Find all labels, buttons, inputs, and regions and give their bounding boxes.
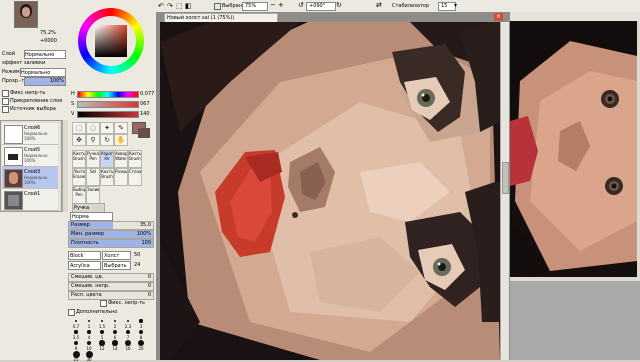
brush-size-dot xyxy=(126,319,130,323)
min-size-label: Мин. размер xyxy=(71,231,104,237)
tool-panel: H 0.077 S 067 V 140 ⬚ ◌ ✦ ✎ ✥ ⚲ ↻ ✋ Кист… xyxy=(68,0,157,362)
invert-selection-icon[interactable]: ◧ xyxy=(185,2,192,10)
brush-size-preset[interactable]: 16 xyxy=(122,339,134,351)
brush-size-dot xyxy=(113,319,117,323)
dilution-label: Смешив. непр. xyxy=(71,283,110,289)
brush-size-preset[interactable]: 1 xyxy=(83,317,95,329)
blending-slider[interactable]: Смешив. цв. 0 xyxy=(68,273,154,282)
zoom-out-icon[interactable]: − xyxy=(270,1,276,10)
zoom-field[interactable]: 75% xyxy=(242,2,268,11)
dilution-slider[interactable]: Смешив. непр. 0 xyxy=(68,282,154,291)
undo-icon[interactable]: ↶ xyxy=(158,2,164,10)
size-label: Размер xyxy=(71,222,90,228)
brush-size-grid: 0.7 1 1.5 2 2.3 3 3.5 4 5 6 7 8 9 10 12 14 16 20 25 30 xyxy=(70,317,152,362)
angle-field[interactable]: +090° xyxy=(306,2,336,11)
brush-texture-select[interactable]: Холст xyxy=(102,251,131,260)
persistence-label: Расп. цвета xyxy=(71,292,102,298)
stabilizer-dropdown-icon[interactable]: ▾ xyxy=(454,1,457,10)
artwork-canvas[interactable] xyxy=(160,22,500,360)
brush-size-dot xyxy=(113,330,117,334)
brush-size-preset[interactable]: 4 xyxy=(83,328,95,340)
toolbar-buttons: ↶ ↷ ⬚ ◧ xyxy=(158,2,204,10)
reference-window xyxy=(510,12,640,360)
brush-size-preset[interactable]: 0.7 xyxy=(70,317,82,329)
brush-size-preset[interactable]: 20 xyxy=(135,339,147,351)
size-slider[interactable]: Размер 35.0 xyxy=(68,221,154,230)
fix-opacity-brush-row: Фикс. непр-ть xyxy=(100,299,152,307)
brush-size-dot xyxy=(87,330,91,334)
brush-size-preset[interactable]: 7 xyxy=(122,328,134,340)
brush-shape-row: Block Холст 50 xyxy=(68,251,152,260)
persistence-value: 0 xyxy=(147,292,151,298)
rotate-right-icon[interactable]: ↻ xyxy=(336,1,342,10)
texture-mode-select[interactable]: Выбрать xyxy=(102,261,131,270)
brush-shape-extra[interactable]: 50 xyxy=(134,251,140,259)
brush-size-dot xyxy=(86,340,92,346)
dilution-value: 0 xyxy=(147,283,151,289)
brush-texture-row: Acrylica Выбрать 24 xyxy=(68,261,152,270)
brush-size-preset[interactable]: 2.3 xyxy=(122,317,134,329)
min-size-slider[interactable]: Мин. размер 100% xyxy=(68,230,154,239)
fix-opacity-brush-label: Фикс. непр-ть xyxy=(108,300,145,306)
brush-size-preset[interactable]: 9 xyxy=(70,339,82,351)
canvas-area: Новый холст.sai (1 (75%)) × xyxy=(156,12,510,360)
brush-size-dot xyxy=(112,340,118,346)
brush-size-label: 12 xyxy=(99,346,105,351)
brush-size-dot xyxy=(73,340,79,346)
advanced-label: Дополнительно xyxy=(76,309,118,315)
brush-size-label: 16 xyxy=(125,346,131,351)
reference-bottom-bar xyxy=(510,277,640,281)
brush-size-dot xyxy=(87,319,91,323)
brush-size-preset[interactable]: 30 xyxy=(83,350,95,362)
brush-size-label: 14 xyxy=(112,346,118,351)
brush-size-dot xyxy=(125,329,131,335)
brush-size-preset[interactable]: 6 xyxy=(109,328,121,340)
brush-size-dot xyxy=(139,319,143,323)
brush-size-preset[interactable]: 25 xyxy=(70,350,82,362)
brush-size-dot xyxy=(74,330,78,334)
zoom-in-icon[interactable]: + xyxy=(278,1,284,10)
brush-size-preset[interactable]: 10 xyxy=(83,339,95,351)
flip-horizontal-icon[interactable]: ⇄ xyxy=(376,1,382,10)
brush-size-preset[interactable]: 14 xyxy=(109,339,121,351)
deselect-icon[interactable]: ⬚ xyxy=(176,2,183,10)
brush-size-dot xyxy=(100,330,104,334)
advanced-checkbox[interactable] xyxy=(68,309,75,316)
brush-size-preset[interactable]: 12 xyxy=(96,339,108,351)
size-value: 35.0 xyxy=(139,222,151,228)
brush-size-dot xyxy=(138,329,144,335)
brush-settings: Размер 35.0 Мин. размер 100% Плотность 1… xyxy=(0,0,160,362)
brush-size-preset[interactable]: 1.5 xyxy=(96,317,108,329)
advanced-row: Дополнительно xyxy=(68,308,152,316)
brush-size-preset[interactable]: 8 xyxy=(135,328,147,340)
brush-size-label: 20 xyxy=(138,346,144,351)
brush-size-preset[interactable]: 3 xyxy=(135,317,147,329)
brush-shape-select[interactable]: Block xyxy=(68,251,101,260)
brush-size-preset[interactable]: 3.5 xyxy=(70,328,82,340)
rotate-left-icon[interactable]: ↺ xyxy=(298,1,304,10)
stabilizer-label: Стабилизатор xyxy=(392,3,430,9)
blending-label: Смешив. цв. xyxy=(71,274,104,280)
selection-checkbox[interactable] xyxy=(214,3,221,10)
blending-value: 0 xyxy=(147,274,151,280)
canvas-vertical-scrollbar[interactable] xyxy=(500,22,509,360)
canvas-close-icon[interactable]: × xyxy=(494,13,503,21)
density-value: 100 xyxy=(141,240,151,246)
texture-extra[interactable]: 24 xyxy=(134,261,140,269)
density-label: Плотность xyxy=(71,240,99,246)
min-size-value: 100% xyxy=(136,231,151,237)
density-slider[interactable]: Плотность 100 xyxy=(68,239,154,248)
brush-size-preset[interactable]: 5 xyxy=(96,328,108,340)
brush-size-dot xyxy=(99,340,105,346)
redo-icon[interactable]: ↷ xyxy=(167,2,173,10)
brush-size-preset[interactable]: 2 xyxy=(109,317,121,329)
brush-size-dot xyxy=(100,319,104,323)
reference-photo[interactable] xyxy=(510,21,637,277)
fix-opacity-brush-checkbox[interactable] xyxy=(100,300,107,307)
texture-select[interactable]: Acrylica xyxy=(68,261,101,270)
brush-size-dot xyxy=(74,319,77,322)
